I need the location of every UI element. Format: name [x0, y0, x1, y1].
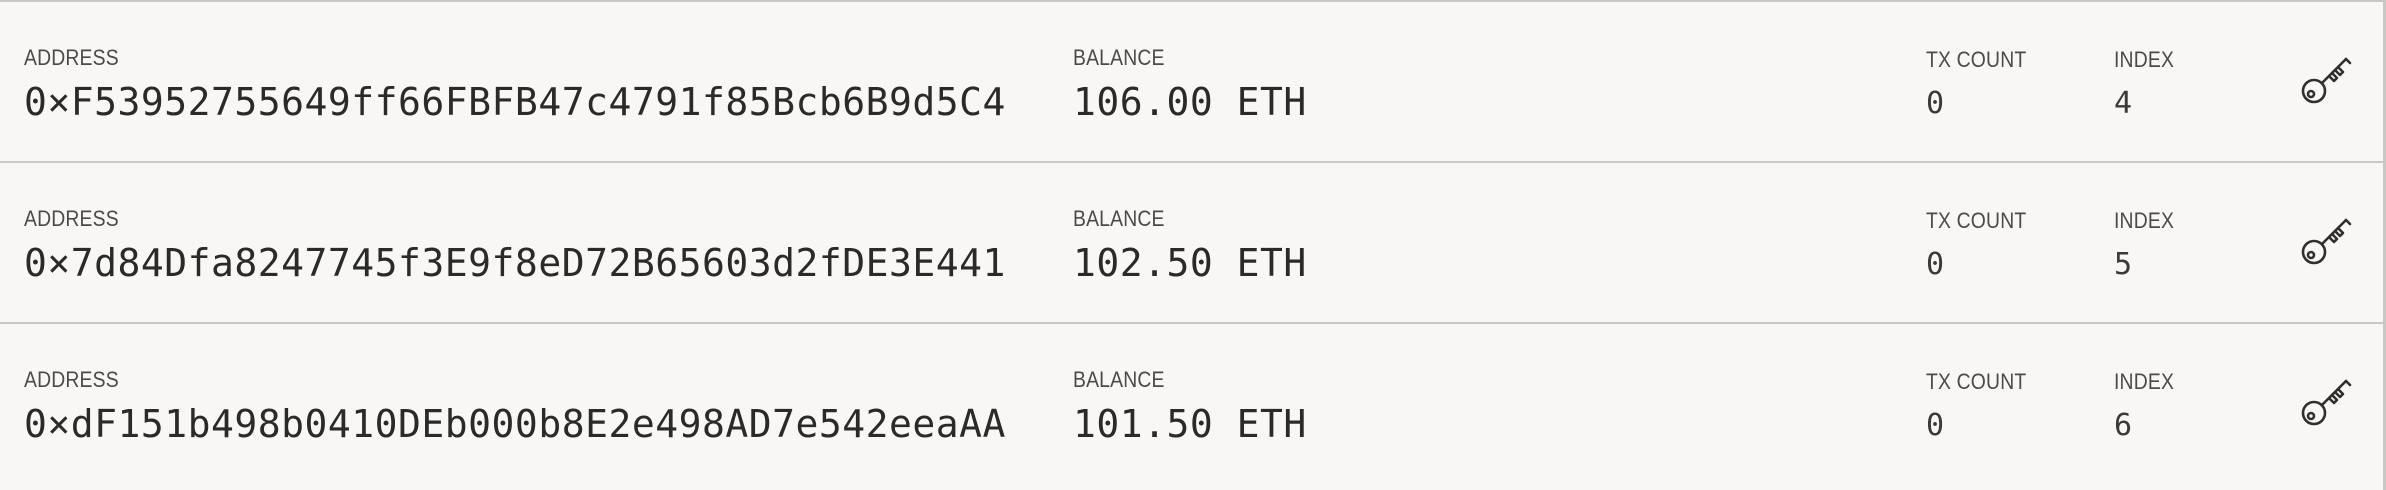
show-keys-button[interactable]: [2298, 211, 2356, 269]
key-icon: [2301, 379, 2352, 426]
address-value: 0×7d84Dfa8247745f3E9f8eD72B65603d2fDE3E4…: [24, 241, 1006, 285]
key-icon: [2301, 57, 2352, 104]
address-label: ADDRESS: [24, 206, 119, 231]
index-value: 4: [2114, 86, 2133, 121]
balance-field: BALANCE 106.00 ETH: [1073, 38, 1307, 124]
balance-field: BALANCE 101.50 ETH: [1073, 360, 1307, 446]
account-row: ADDRESS 0×F53952755649ff66FBFB47c4791f85…: [0, 2, 2383, 163]
address-value: 0×F53952755649ff66FBFB47c4791f85Bcb6B9d5…: [24, 80, 1006, 124]
address-value: 0×dF151b498b0410DEb000b8E2e498AD7e542eea…: [24, 402, 1006, 446]
index-field: INDEX 6: [2114, 362, 2182, 448]
balance-field: BALANCE 102.50 ETH: [1073, 199, 1307, 285]
address-field: ADDRESS 0×F53952755649ff66FBFB47c4791f85…: [24, 38, 1006, 124]
tx-count-value: 0: [1926, 408, 1945, 443]
index-label: INDEX: [2114, 47, 2175, 72]
index-label: INDEX: [2114, 208, 2175, 233]
index-value: 5: [2114, 247, 2133, 282]
show-keys-button[interactable]: [2298, 50, 2356, 108]
address-field: ADDRESS 0×7d84Dfa8247745f3E9f8eD72B65603…: [24, 199, 1006, 285]
balance-label: BALANCE: [1073, 367, 1165, 392]
balance-value: 106.00 ETH: [1073, 80, 1307, 124]
tx-count-label: TX COUNT: [1926, 369, 2027, 394]
tx-count-field: TX COUNT 0: [1926, 362, 2040, 448]
account-row: ADDRESS 0×7d84Dfa8247745f3E9f8eD72B65603…: [0, 163, 2383, 324]
address-label: ADDRESS: [24, 45, 119, 70]
balance-value: 101.50 ETH: [1073, 402, 1307, 446]
tx-count-label: TX COUNT: [1926, 208, 2027, 233]
key-icon: [2301, 218, 2352, 265]
tx-count-value: 0: [1926, 86, 1945, 121]
address-label: ADDRESS: [24, 367, 119, 392]
tx-count-value: 0: [1926, 247, 1945, 282]
tx-count-label: TX COUNT: [1926, 47, 2027, 72]
index-field: INDEX 4: [2114, 40, 2182, 126]
show-keys-button[interactable]: [2298, 372, 2356, 430]
balance-label: BALANCE: [1073, 45, 1165, 70]
address-field: ADDRESS 0×dF151b498b0410DEb000b8E2e498AD…: [24, 360, 1006, 446]
account-row: ADDRESS 0×dF151b498b0410DEb000b8E2e498AD…: [0, 324, 2383, 490]
index-value: 6: [2114, 408, 2133, 443]
balance-value: 102.50 ETH: [1073, 241, 1307, 285]
balance-label: BALANCE: [1073, 206, 1165, 231]
index-field: INDEX 5: [2114, 201, 2182, 287]
tx-count-field: TX COUNT 0: [1926, 201, 2040, 287]
accounts-list: ADDRESS 0×F53952755649ff66FBFB47c4791f85…: [0, 0, 2386, 490]
index-label: INDEX: [2114, 369, 2175, 394]
tx-count-field: TX COUNT 0: [1926, 40, 2040, 126]
